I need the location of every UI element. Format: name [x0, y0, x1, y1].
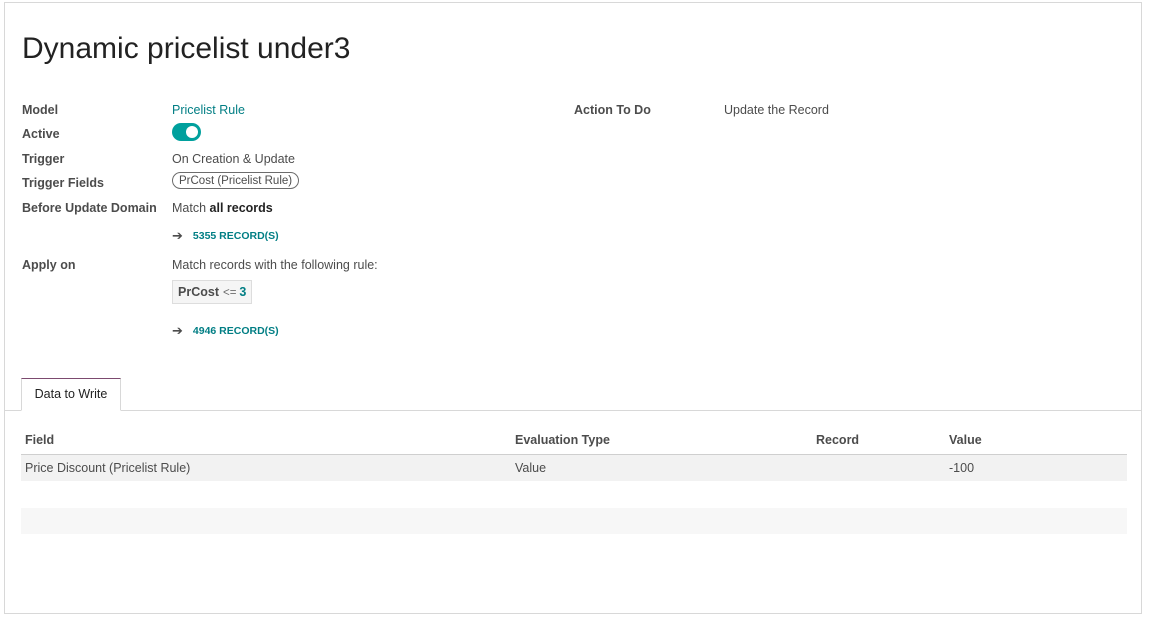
trigger-fields-label: Trigger Fields [22, 176, 104, 190]
trigger-field-tag[interactable]: PrCost (Pricelist Rule) [172, 172, 300, 189]
cell-evaluation-type: Value [515, 461, 547, 475]
model-link[interactable]: Pricelist Rule [172, 102, 245, 118]
cell-field: Price Discount (Pricelist Rule) [25, 461, 191, 475]
before-update-domain-value[interactable]: Match all records [172, 200, 273, 216]
action-to-do-value[interactable]: Update the Record [724, 102, 829, 118]
apply-on-records-link[interactable]: ➔ 4946 RECORD(S) [172, 324, 279, 338]
domain-prefix: Match [172, 201, 210, 215]
domain-all-records: all records [209, 201, 273, 215]
page-title: Dynamic pricelist under3 [22, 32, 351, 65]
trigger-label: Trigger [22, 152, 65, 166]
data-to-write-table: Field Evaluation Type Record Value Price… [21, 429, 1127, 481]
before-domain-records-link[interactable]: ➔ 5355 RECORD(S) [172, 229, 279, 243]
cell-value: -100 [949, 461, 975, 475]
table-header: Field Evaluation Type Record Value [21, 429, 1127, 455]
rule-value: 3 [239, 285, 247, 299]
column-header-value[interactable]: Value [949, 433, 982, 447]
arrow-right-icon: ➔ [172, 228, 183, 243]
records-count: 5355 RECORD(S) [192, 230, 279, 242]
apply-on-label: Apply on [22, 258, 76, 272]
before-update-domain-label: Before Update Domain [22, 201, 157, 215]
trigger-value[interactable]: On Creation & Update [172, 151, 295, 167]
records-count: 4946 RECORD(S) [192, 325, 279, 337]
column-header-record[interactable]: Record [816, 433, 859, 447]
tab-data-to-write[interactable]: Data to Write [21, 378, 121, 411]
column-header-field[interactable]: Field [25, 433, 54, 447]
active-label: Active [22, 127, 60, 141]
apply-on-value: Match records with the following rule: [172, 258, 378, 272]
rule-operator: <= [222, 287, 237, 299]
rule-field: PrCost [178, 285, 219, 299]
domain-rule[interactable]: PrCost <= 3 [172, 280, 253, 304]
toggle-knob [186, 126, 198, 138]
active-toggle[interactable] [172, 123, 201, 141]
model-label: Model [22, 103, 59, 117]
empty-table-row [21, 508, 1127, 534]
action-to-do-label: Action To Do [574, 103, 651, 117]
table-row[interactable]: Price Discount (Pricelist Rule) Value -1… [21, 455, 1127, 481]
tab-divider [5, 410, 1141, 411]
arrow-right-icon: ➔ [172, 323, 183, 338]
form-sheet: Dynamic pricelist under3 Model Pricelist… [4, 2, 1142, 614]
column-header-evaluation-type[interactable]: Evaluation Type [515, 433, 610, 447]
